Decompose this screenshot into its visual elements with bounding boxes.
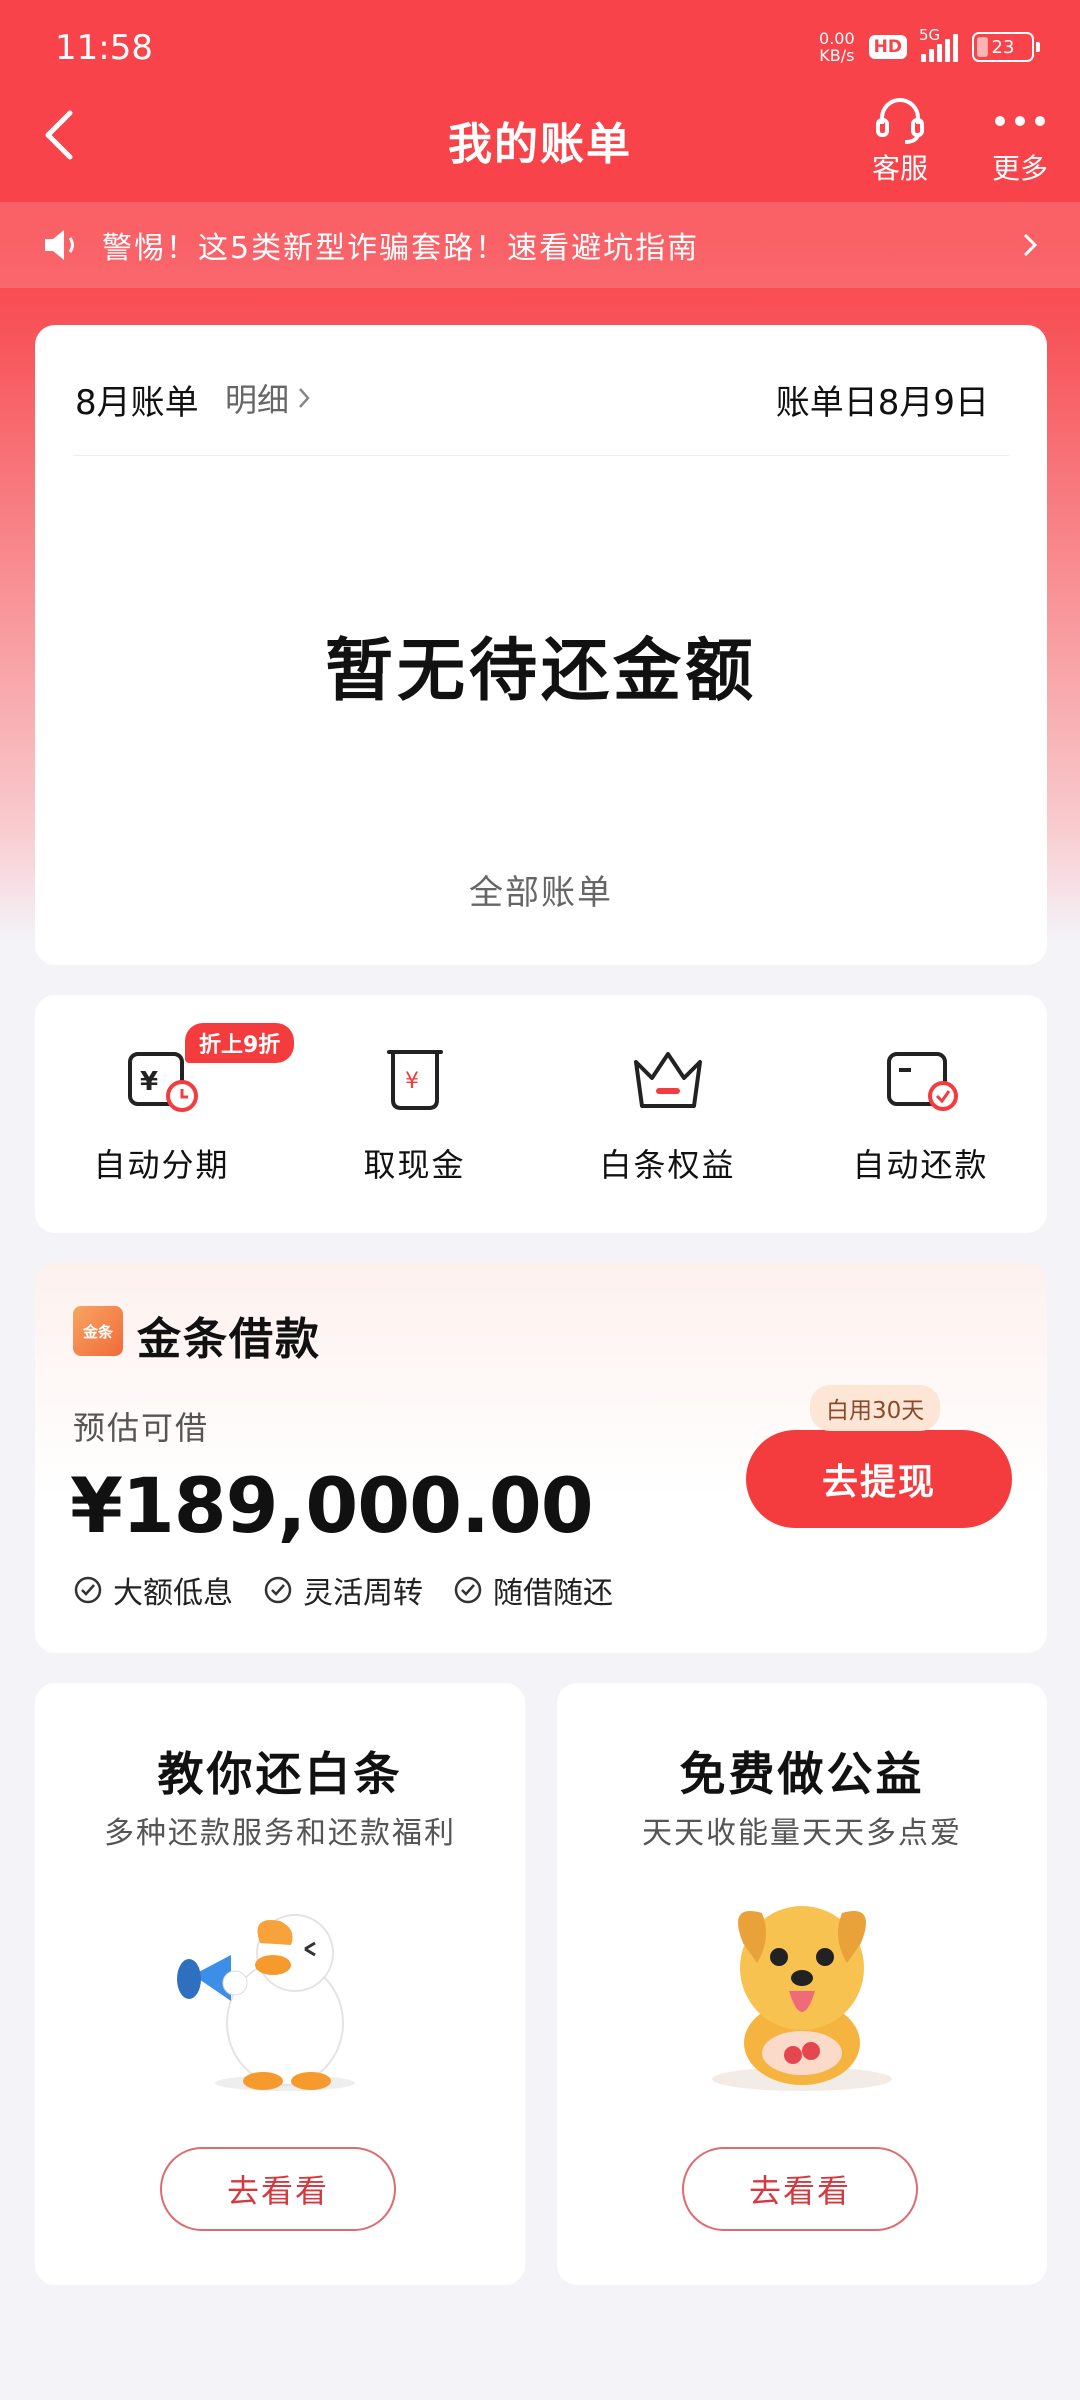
loan-features: 大额低息 灵活周转 随借随还 — [73, 1568, 613, 1612]
quick-action-label: 自动分期 — [93, 1146, 230, 1184]
promo-title: 免费做公益 — [679, 1747, 925, 1801]
bill-card: 8月账单 明细 账单日8月9日 暂无待还金额 全部账单 — [35, 325, 1047, 965]
quick-action-auto-installment[interactable]: ¥ 折上9折 自动分期 — [35, 995, 295, 1233]
promo-title: 教你还白条 — [157, 1747, 403, 1801]
hd-badge: HD — [868, 35, 907, 59]
duck-mascot-image — [35, 1883, 525, 2103]
loan-feature: 灵活周转 — [263, 1568, 423, 1612]
signal-bar — [945, 39, 950, 62]
loan-card: 金条 金条借款 预估可借 ¥189,000.00 大额低息 灵活周转 随借随还 … — [35, 1263, 1047, 1653]
bill-detail-link[interactable]: 明细 — [225, 375, 311, 421]
bill-month: 8月账单 — [75, 383, 199, 423]
loan-amount: ¥189,000.00 — [70, 1461, 594, 1550]
svg-text:¥: ¥ — [405, 1069, 419, 1094]
crown-icon — [623, 1040, 713, 1120]
bill-empty-text: 暂无待还金额 — [324, 631, 757, 711]
loan-feature: 大额低息 — [73, 1568, 233, 1612]
dog-mascot-image — [557, 1883, 1047, 2103]
more-button[interactable]: 更多 — [970, 95, 1070, 187]
chevron-right-icon — [299, 388, 310, 408]
bill-detail-label: 明细 — [225, 381, 290, 419]
svg-text:¥: ¥ — [140, 1067, 158, 1097]
signal-bar — [921, 54, 926, 62]
loan-feature-label: 灵活周转 — [303, 1576, 423, 1611]
quick-action-label: 白条权益 — [599, 1146, 736, 1184]
notice-text: 警惕！这5类新型诈骗套路！速看避坑指南 — [102, 231, 700, 266]
divider — [73, 455, 1009, 456]
promo-subtitle: 多种还款服务和还款福利 — [104, 1816, 456, 1851]
more-icon — [995, 116, 1045, 126]
auto-repay-icon — [876, 1040, 966, 1120]
anti-fraud-notice[interactable]: 警惕！这5类新型诈骗套路！速看避坑指南 — [0, 202, 1080, 288]
all-bills-link[interactable]: 全部账单 — [35, 865, 1047, 914]
quick-action-cash-withdraw[interactable]: ¥ 取现金 — [288, 995, 541, 1233]
loan-feature: 随借随还 — [453, 1568, 613, 1612]
check-circle-icon — [454, 1576, 482, 1604]
bill-day: 账单日8月9日 — [775, 383, 989, 423]
signal-bar — [937, 44, 942, 62]
chevron-right-icon — [1023, 233, 1038, 257]
promo-go-button[interactable]: 去看看 — [682, 2147, 918, 2231]
promo-card-repay-guide[interactable]: 教你还白条 多种还款服务和还款福利 去看看 — [35, 1683, 525, 2285]
withdraw-button[interactable]: 去提现 — [746, 1430, 1012, 1528]
battery-level: 23 — [991, 36, 1015, 58]
network-type: 5G — [919, 26, 941, 44]
battery-icon: 23 — [972, 32, 1040, 62]
quick-action-label: 自动还款 — [852, 1146, 989, 1184]
jintiao-logo: 金条 — [73, 1306, 123, 1356]
promo-subtitle: 天天收能量天天多点爱 — [642, 1816, 962, 1851]
check-circle-icon — [74, 1576, 102, 1604]
loan-feature-label: 大额低息 — [113, 1576, 233, 1611]
customer-service-button[interactable]: 客服 — [850, 95, 950, 187]
quick-action-auto-repay[interactable]: 自动还款 — [794, 995, 1047, 1233]
installment-discount-tag: 折上9折 — [185, 1023, 295, 1063]
cash-withdraw-icon: ¥ — [370, 1040, 460, 1120]
speaker-icon — [45, 230, 74, 260]
free-days-badge: 白用30天 — [810, 1385, 941, 1431]
promo-card-charity[interactable]: 免费做公益 天天收能量天天多点爱 去看看 — [557, 1683, 1047, 2285]
signal-bar — [953, 34, 958, 62]
quick-action-benefits[interactable]: 白条权益 — [541, 995, 794, 1233]
check-circle-icon — [264, 1576, 292, 1604]
status-indicators: 0.00 KB/s HD 5G 23 — [819, 26, 1040, 64]
headset-icon — [876, 98, 924, 144]
promo-go-button[interactable]: 去看看 — [160, 2147, 396, 2231]
net-speed: 0.00 KB/s — [819, 30, 855, 64]
status-time: 11:58 — [55, 28, 153, 68]
loan-feature-label: 随借随还 — [493, 1576, 613, 1611]
quick-actions: ¥ 折上9折 自动分期 ¥ 取现金 白条权益 自动还款 — [35, 995, 1047, 1233]
quick-action-label: 取现金 — [363, 1146, 466, 1184]
loan-title: 金条借款 — [137, 1314, 321, 1365]
signal-icon: 5G — [919, 26, 958, 62]
net-speed-value: 0.00 — [819, 29, 855, 48]
net-speed-unit: KB/s — [819, 46, 855, 65]
customer-service-label: 客服 — [871, 152, 928, 185]
signal-bar — [929, 49, 934, 62]
loan-subtitle: 预估可借 — [73, 1409, 210, 1447]
more-label: 更多 — [991, 152, 1048, 185]
